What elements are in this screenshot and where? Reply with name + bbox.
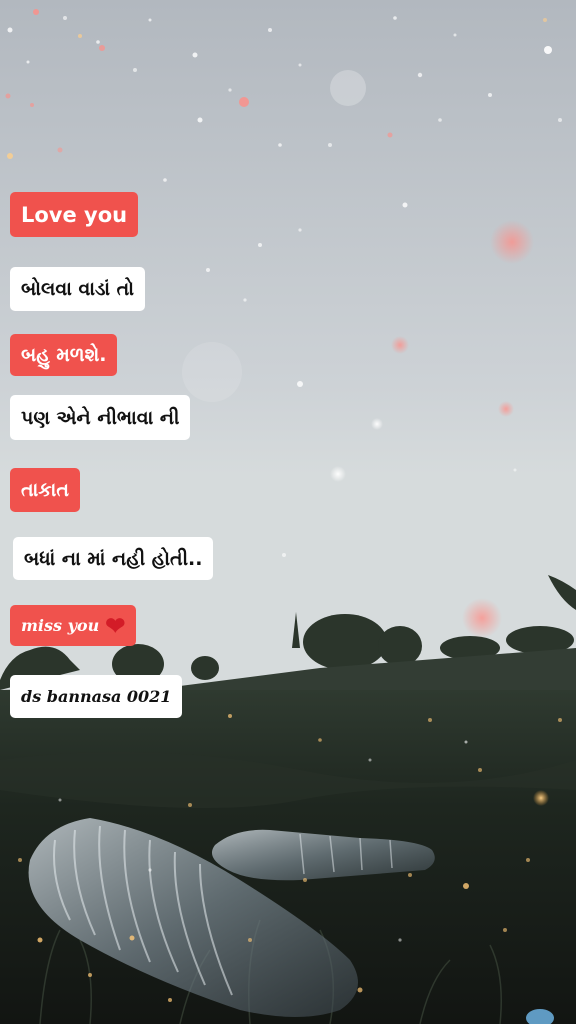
caption-signature: ds bannasa 0021 [10,675,183,718]
background-photo [0,0,576,1024]
caption-text: ds bannasa 0021 [21,687,172,706]
caption-text: Love you [21,202,128,227]
caption-line-4: પણ એને નીભાવા ની [10,395,191,440]
caption-text: પણ એને નીભાવા ની [21,406,180,429]
caption-text: બોલવા વાડાં તો [21,278,135,300]
heart-emoji-icon: ❤ [105,611,126,640]
caption-line-6: બધાં ના માં નહી હોતી.. [13,537,214,580]
caption-line-3: બહુ મળશે. [10,334,118,376]
caption-line-5: તાકાત [10,468,80,512]
caption-text: miss you [21,616,100,635]
caption-text: તાકાત [21,479,69,501]
caption-text: બહુ મળશે. [21,344,107,366]
caption-text: બધાં ના માં નહી હોતી.. [24,547,203,570]
caption-miss-you: miss you ❤ [10,605,137,646]
story-frame: Love you બોલવા વાડાં તો બહુ મળશે. પણ એને… [0,0,576,1024]
caption-love-you: Love you [10,192,139,237]
caption-line-2: બોલવા વાડાં તો [10,267,146,311]
